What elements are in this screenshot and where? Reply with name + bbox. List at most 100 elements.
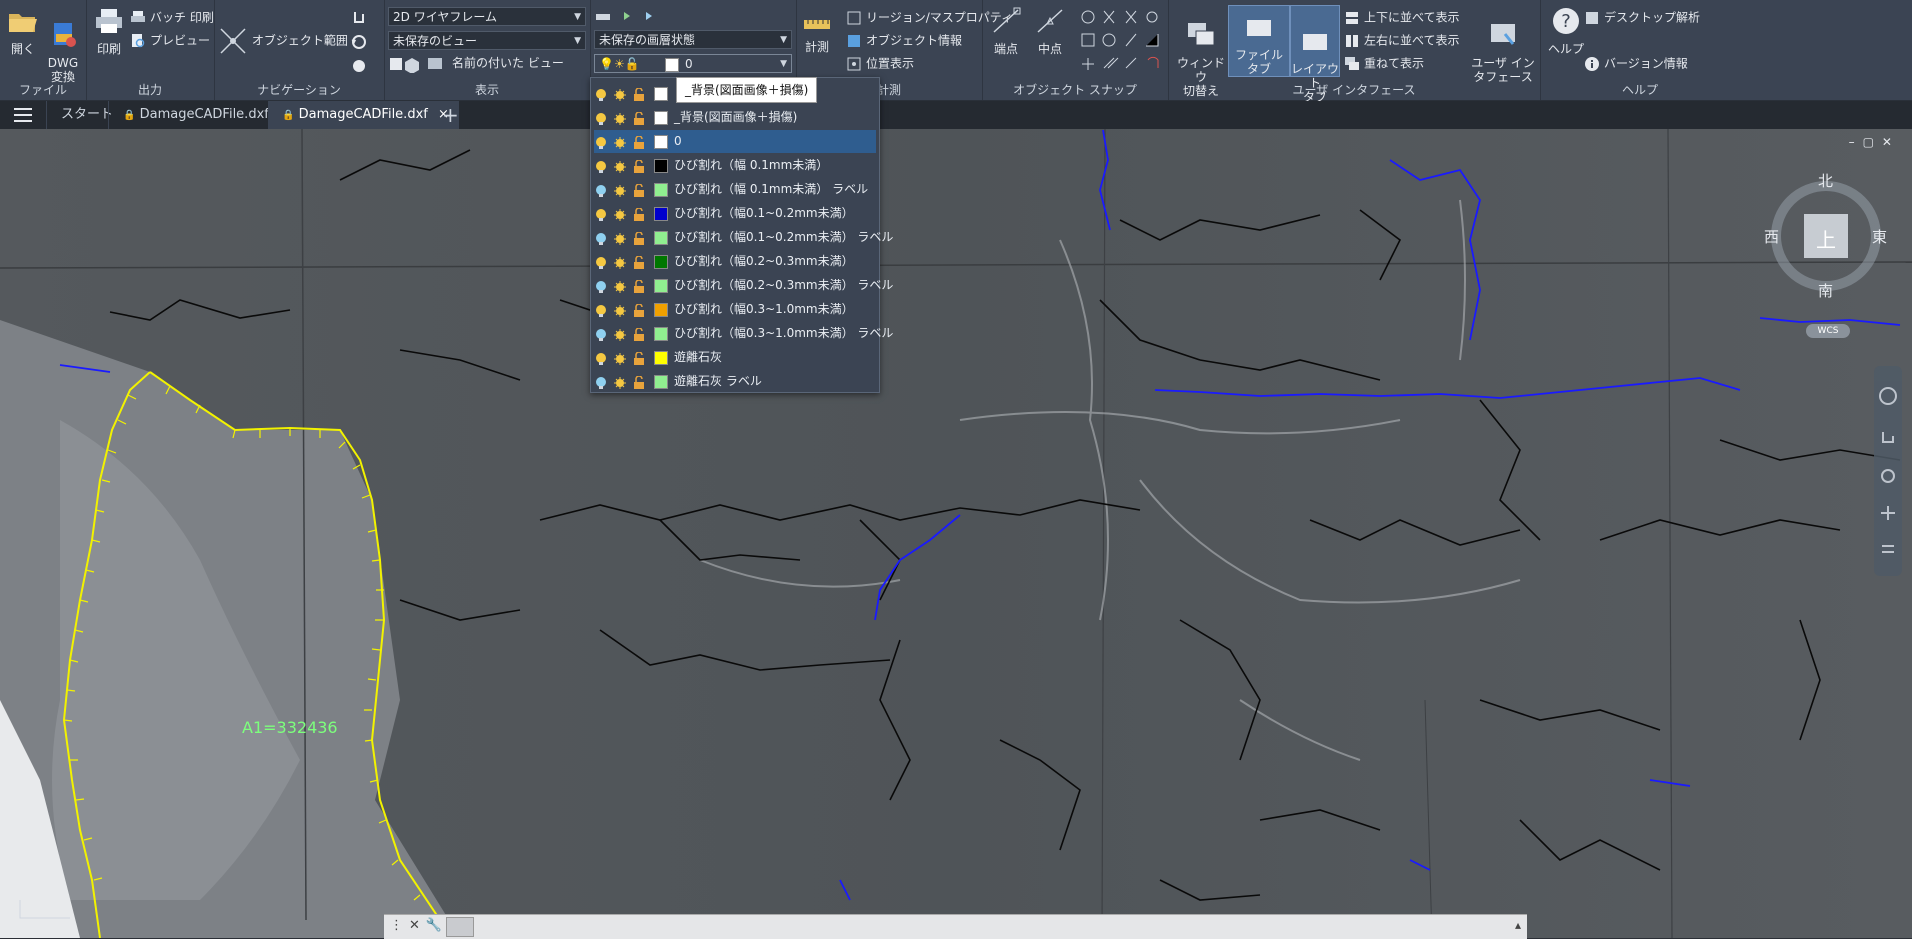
layer-color-swatch[interactable] xyxy=(654,206,668,221)
layer-color-swatch[interactable] xyxy=(654,278,668,293)
layout-tab-toggle[interactable]: レイアウト タブ xyxy=(1290,5,1340,104)
layer-status-icons[interactable] xyxy=(594,254,654,269)
command-prompt-icon[interactable] xyxy=(446,917,474,937)
layer-status-icons[interactable] xyxy=(594,230,654,245)
layer-color-swatch[interactable] xyxy=(654,110,668,125)
command-line-controls[interactable]: ⋮✕🔧 xyxy=(390,918,448,933)
file-tab-toggle[interactable]: ファイル タブ xyxy=(1228,5,1290,77)
named-view-button[interactable]: 名前の付いた ビュー xyxy=(452,56,564,70)
pan-orbit-icons[interactable] xyxy=(348,8,370,76)
layer-color-swatch[interactable] xyxy=(654,182,668,197)
batch-print-label: バッチ 印刷 xyxy=(150,10,214,25)
desktop-analysis-button[interactable]: デスクトップ解析 xyxy=(1584,10,1700,26)
layer-color-swatch[interactable] xyxy=(654,158,668,173)
layer-color-swatch[interactable] xyxy=(654,302,668,317)
south-label[interactable]: 南 xyxy=(1818,280,1833,301)
drawing-canvas[interactable]: A1=332436 –▢✕ 北 西 東 南 上 WCS xyxy=(0,129,1912,938)
snap-mode-icons[interactable] xyxy=(1078,6,1164,76)
tile-vertical-button[interactable]: 左右に並べて表示 xyxy=(1344,33,1460,49)
layer-status-icons[interactable] xyxy=(594,86,654,101)
measure-button[interactable]: 計測 xyxy=(802,14,832,54)
layer-status-icons[interactable] xyxy=(594,302,654,317)
layer-status-icons[interactable] xyxy=(594,206,654,221)
layer-tools-icons[interactable] xyxy=(594,6,674,26)
print-button[interactable]: 印刷 xyxy=(90,6,128,56)
chevron-down-icon: ▼ xyxy=(574,36,581,46)
wcs-menu[interactable]: WCS xyxy=(1806,324,1850,338)
cascade-button[interactable]: 重ねて表示 xyxy=(1344,56,1424,72)
east-label[interactable]: 東 xyxy=(1872,226,1887,247)
layer-status-icons[interactable] xyxy=(594,158,654,173)
layer-row[interactable]: ひび割れ（幅0.3~1.0mm未満） xyxy=(594,298,876,321)
layer-color-swatch xyxy=(665,57,679,72)
layer-color-swatch[interactable] xyxy=(654,86,668,101)
ruler-icon xyxy=(804,20,830,29)
layer-color-swatch[interactable] xyxy=(654,374,668,389)
tab-file-2[interactable]: 🔒 DamageCADFile.dxf × xyxy=(268,101,459,129)
layer-name: ひび割れ（幅0.1~0.2mm未満） ラベル xyxy=(674,230,894,244)
help-button[interactable]: ? ヘルプ xyxy=(1544,6,1588,56)
visual-style-select[interactable]: 2D ワイヤフレーム ▼ xyxy=(388,7,586,26)
object-info-button[interactable]: オブジェクト情報 xyxy=(846,33,962,49)
tab-file-1[interactable]: 🔒 DamageCADFile.dxf xyxy=(108,101,283,129)
named-view-label: 名前の付いた ビュー xyxy=(452,56,564,70)
tile-horizontal-button[interactable]: 上下に並べて表示 xyxy=(1344,10,1460,26)
west-label[interactable]: 西 xyxy=(1764,226,1779,247)
endpoint-snap-button[interactable]: 端点 xyxy=(986,6,1026,56)
layer-color-swatch[interactable] xyxy=(654,350,668,365)
view-cube[interactable]: 北 西 東 南 上 WCS xyxy=(1764,170,1888,338)
cascade-icon xyxy=(1345,57,1359,70)
layer-name: ひび割れ（幅0.2~0.3mm未満） xyxy=(674,254,854,268)
preview-button[interactable]: プレビュー xyxy=(130,33,210,49)
viewport-controls[interactable]: –▢✕ xyxy=(1849,135,1900,149)
batch-print-icon xyxy=(131,11,145,22)
svg-text:?: ? xyxy=(1561,11,1571,32)
layer-row[interactable]: ひび割れ（幅0.3~1.0mm未満） ラベル xyxy=(594,322,893,345)
view-select[interactable]: 未保存のビュー ▼ xyxy=(388,31,586,50)
location-button[interactable]: 位置表示 xyxy=(846,56,914,72)
command-line-menu-icon[interactable]: ▴ xyxy=(1515,918,1521,932)
panel-view-title: 表示 xyxy=(474,83,499,97)
north-label[interactable]: 北 xyxy=(1818,170,1833,191)
preview-icon xyxy=(132,34,145,48)
layer-row[interactable]: ひび割れ（幅0.2~0.3mm未満） xyxy=(594,250,876,273)
layer-color-swatch[interactable] xyxy=(654,230,668,245)
layer-color-swatch[interactable] xyxy=(654,134,668,149)
layer-status-icons[interactable] xyxy=(594,278,654,293)
menu-icon[interactable] xyxy=(14,101,40,129)
dwg-convert-label: DWG 変換 xyxy=(47,56,79,84)
layer-color-swatch[interactable] xyxy=(654,254,668,269)
layer-status-icons[interactable] xyxy=(594,326,654,341)
layer-state-select[interactable]: 未保存の画層状態 ▼ xyxy=(594,30,792,49)
layer-row[interactable]: 0 xyxy=(594,130,876,153)
layer-row[interactable]: 遊離石灰 xyxy=(594,346,876,369)
layer-status-icons[interactable] xyxy=(594,110,654,125)
top-face[interactable]: 上 xyxy=(1816,224,1836,253)
new-tab-button[interactable]: + xyxy=(442,101,462,129)
version-info-button[interactable]: バージョン情報 xyxy=(1584,56,1688,72)
midpoint-snap-button[interactable]: 中点 xyxy=(1030,6,1070,56)
layer-dropdown[interactable]: _背景(図面画像＋損傷) 0 ひび割れ（幅 0.1mm未満） ひび割れ（幅 0.1mm… xyxy=(590,77,893,393)
file-tab-icon xyxy=(1247,20,1271,36)
layer-status-icons[interactable] xyxy=(594,134,654,149)
layer-row[interactable]: ひび割れ（幅0.2~0.3mm未満） ラベル xyxy=(594,274,893,297)
layer-status-icons[interactable] xyxy=(594,350,654,365)
layer-row[interactable]: _背景(図面画像＋損傷) xyxy=(594,106,876,129)
layer-select[interactable]: 💡☀🔓 0 ▼ xyxy=(594,54,792,73)
layer-row[interactable]: ひび割れ（幅0.1~0.2mm未満） xyxy=(594,202,876,225)
object-range-button[interactable]: オブジェクト範囲 ▾ xyxy=(218,26,356,56)
layer-row[interactable]: 遊離石灰 ラベル xyxy=(594,370,876,393)
layout-tab-icon xyxy=(1303,34,1327,50)
command-line[interactable]: ⋮✕🔧 ▴ xyxy=(384,914,1527,939)
layer-status-icons[interactable] xyxy=(594,374,654,389)
layer-row[interactable]: ひび割れ（幅0.1~0.2mm未満） ラベル xyxy=(594,226,893,249)
layer-row[interactable]: ひび割れ（幅 0.1mm未満） ラベル xyxy=(594,178,876,201)
layer-color-swatch[interactable] xyxy=(654,326,668,341)
view-cube-icons[interactable] xyxy=(388,55,448,73)
layer-status-icons[interactable] xyxy=(594,182,654,197)
layer-row[interactable]: ひび割れ（幅 0.1mm未満） xyxy=(594,154,876,177)
navigation-bar[interactable] xyxy=(1874,366,1902,576)
open-button[interactable]: 開く xyxy=(4,6,42,56)
batch-print-button[interactable]: バッチ 印刷 xyxy=(130,10,214,26)
visual-style-value: 2D ワイヤフレーム xyxy=(393,10,497,24)
